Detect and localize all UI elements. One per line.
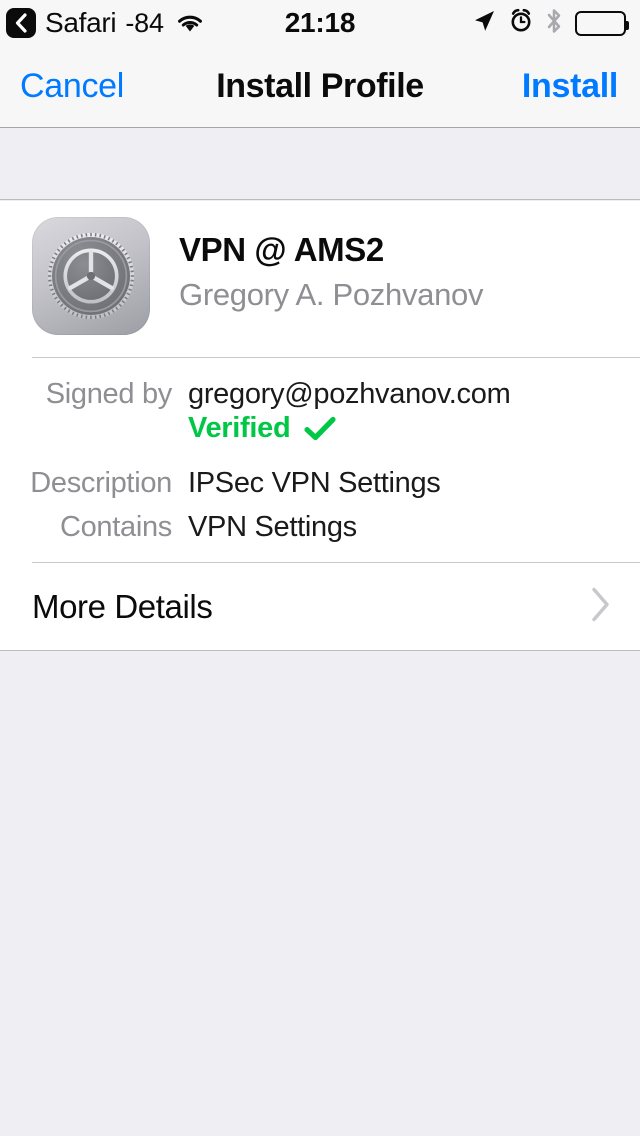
profile-name: VPN @ AMS2 bbox=[179, 231, 384, 268]
location-arrow-icon bbox=[472, 9, 496, 38]
clock-label: 21:18 bbox=[284, 7, 356, 38]
verified-status: Verified bbox=[188, 412, 640, 445]
install-button[interactable]: Install bbox=[522, 67, 618, 106]
cancel-button[interactable]: Cancel bbox=[20, 67, 124, 106]
description-value: IPSec VPN Settings bbox=[188, 467, 441, 499]
separator bbox=[32, 357, 640, 358]
bluetooth-icon bbox=[546, 8, 562, 39]
status-bar-right bbox=[472, 0, 629, 46]
profile-detail-list: Signed by gregory@pozhvanov.com Verified… bbox=[0, 372, 640, 549]
detail-row-description: Description IPSec VPN Settings bbox=[0, 461, 640, 505]
battery-full-icon bbox=[575, 10, 629, 36]
chevron-right-icon bbox=[590, 585, 612, 628]
more-details-label: More Details bbox=[32, 587, 213, 625]
checkmark-icon bbox=[304, 416, 336, 442]
status-badge: Verified bbox=[188, 412, 291, 444]
settings-gear-icon bbox=[32, 217, 150, 335]
signed-by-label: Signed by bbox=[45, 378, 173, 410]
page-background bbox=[0, 652, 640, 1136]
detail-row-signed-by: Signed by gregory@pozhvanov.com bbox=[0, 372, 640, 416]
profile-text-block: VPN @ AMS2 Gregory A. Pozhvanov bbox=[179, 215, 483, 313]
row-spacer bbox=[0, 445, 640, 461]
profile-author: Gregory A. Pozhvanov bbox=[179, 277, 484, 313]
profile-header: VPN @ AMS2 Gregory A. Pozhvanov bbox=[32, 215, 640, 357]
section-gap bbox=[0, 129, 640, 200]
navigation-bar: Install Profile Cancel Install bbox=[0, 46, 640, 128]
contains-label: Contains bbox=[59, 511, 172, 543]
contains-value: VPN Settings bbox=[188, 511, 357, 543]
status-bar: Safari -84 21:18 bbox=[0, 0, 640, 46]
signed-by-value: gregory@pozhvanov.com bbox=[188, 378, 511, 410]
more-details-row[interactable]: More Details bbox=[0, 563, 640, 650]
detail-row-contains: Contains VPN Settings bbox=[0, 505, 640, 549]
iphone-screen: Safari -84 21:18 Install Profile Cancel … bbox=[0, 0, 640, 1136]
description-label: Description bbox=[30, 467, 172, 499]
profile-card: VPN @ AMS2 Gregory A. Pozhvanov Signed b… bbox=[0, 201, 640, 651]
alarm-clock-icon bbox=[509, 8, 533, 38]
